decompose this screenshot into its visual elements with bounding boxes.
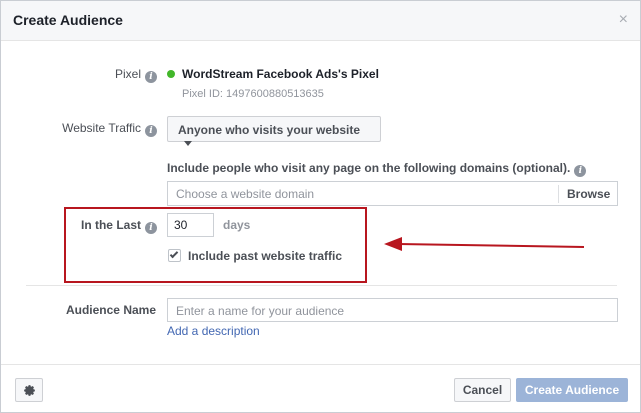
close-icon[interactable]: × [619,11,628,29]
pixel-status-dot [167,70,175,78]
dialog-title: Create Audience [13,12,123,28]
in-the-last-label-row: In the Last i [71,218,157,234]
pixel-label-row: Pixel i [61,67,157,83]
domain-input[interactable]: Choose a website domain Browse [167,181,618,206]
info-icon[interactable]: i [145,71,157,83]
audience-name-label: Audience Name [65,303,156,317]
audience-name-input[interactable]: Enter a name for your audience [167,298,618,322]
info-icon[interactable]: i [574,165,587,177]
in-the-last-label: In the Last [80,218,141,232]
add-description-link[interactable]: Add a description [167,324,260,338]
include-past-traffic-checkbox[interactable] [168,249,181,262]
website-traffic-label: Website Traffic [62,121,141,135]
create-audience-dialog: Create Audience × Pixel i WordStream Face… [0,0,641,413]
days-unit-label: days [223,218,251,232]
info-icon[interactable]: i [145,222,157,234]
pixel-label: Pixel [114,67,141,81]
pixel-name: WordStream Facebook Ads's Pixel [182,67,379,81]
dialog-header: Create Audience × [1,1,640,41]
include-domains-label: Include people who visit any page on the… [167,161,571,175]
caret-down-icon [184,141,192,146]
info-icon[interactable]: i [145,125,157,137]
include-past-traffic-label[interactable]: Include past website traffic [188,249,342,263]
website-traffic-dropdown[interactable]: Anyone who visits your website [167,116,381,146]
checkmark-icon [169,249,179,259]
settings-button[interactable] [15,378,43,402]
website-traffic-selected: Anyone who visits your website [178,123,361,137]
domain-placeholder: Choose a website domain [176,187,315,201]
website-traffic-label-row: Website Traffic i [41,121,157,137]
browse-button[interactable]: Browse [567,187,610,201]
annotation-arrow-icon [384,237,585,251]
domain-divider [558,185,559,203]
pixel-id: Pixel ID: 1497600880513635 [182,88,324,100]
retention-days-input[interactable]: 30 [167,213,214,237]
gear-icon [24,385,35,396]
footer-divider [1,364,640,365]
section-divider [26,285,617,286]
create-audience-button[interactable]: Create Audience [516,378,628,402]
include-domains-text: Include people who visit any page on the… [167,161,587,177]
cancel-button[interactable]: Cancel [454,378,511,402]
